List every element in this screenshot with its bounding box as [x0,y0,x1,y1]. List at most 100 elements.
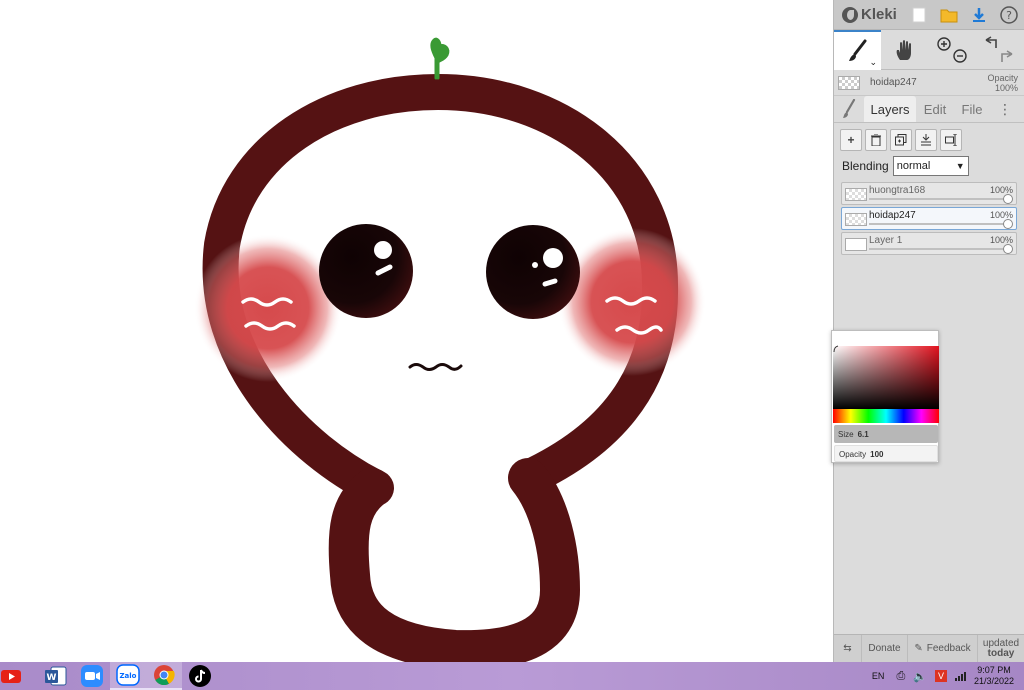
word-icon[interactable]: W [38,662,74,690]
undo-redo-icon [985,36,1012,62]
leaf [430,37,450,80]
left-eye [319,224,413,318]
clock-time: 9:07 PM [977,665,1011,675]
tiktok-icon[interactable] [182,662,218,690]
new-image-icon[interactable] [904,0,934,30]
swap-arrows-icon[interactable]: ⇆ [834,634,862,663]
layer-name: huongtra168 [869,185,926,196]
drawing-canvas[interactable] [0,0,833,662]
zalo-icon[interactable]: Zalo [110,662,146,690]
rename-layer-icon[interactable] [940,129,962,151]
language-indicator[interactable]: EN [872,671,885,681]
opacity-value: 100% [994,83,1018,93]
kleki-logo-icon [842,6,858,23]
current-layer-opacity: Opacity 100% [987,73,1018,93]
current-layer-thumbnail [838,75,860,90]
size-readout: Size 6.1 [838,430,869,439]
body-outline [328,458,580,662]
left-blush [194,234,342,382]
layer-list: huongtra168 100% hoidap247 100% Layer 1 … [834,176,1024,255]
tab-layers[interactable]: Layers [864,96,916,122]
volume-icon[interactable]: 🔈 [913,670,927,683]
hue-slider[interactable] [833,409,939,423]
network-signal-icon[interactable] [954,671,966,681]
size-slider[interactable]: Size 6.1 [834,425,938,443]
layer-item-hoidap247[interactable]: hoidap247 100% [841,207,1017,230]
hand-tool[interactable] [881,30,928,70]
delete-layer-icon[interactable] [865,129,887,151]
layer-opacity-knob[interactable] [1003,244,1013,254]
layer-opacity-slider[interactable] [869,248,1012,250]
updated-line: updated [982,637,1020,649]
open-folder-icon[interactable] [934,0,964,30]
merge-down-icon[interactable] [915,129,937,151]
layer-thumbnail [845,213,867,226]
size-label: Size [838,430,854,439]
layer-opacity-slider[interactable] [869,198,1012,200]
zoom-icon [936,37,967,63]
layer-opacity-knob[interactable] [1003,219,1013,229]
updated-today: today [987,647,1015,659]
saturation-value-field[interactable] [832,344,939,409]
help-glyph: ? [1006,9,1012,22]
right-eye [486,225,580,319]
svg-text:W: W [47,673,57,683]
brush-small-icon [843,99,856,118]
zoom-meetings-icon[interactable] [74,662,110,690]
add-layer-icon[interactable]: + [840,129,862,151]
help-icon[interactable]: ? [994,0,1024,30]
left-eye-highlight [374,241,392,259]
color-picker: Size 6.1 Opacity 100 [831,330,939,463]
brush-settings-tab[interactable] [834,96,864,122]
chrome-icon[interactable] [146,662,182,690]
opacity-label: Opacity [987,73,1018,83]
tab-file[interactable]: File [954,96,990,122]
layer-item-layer-1[interactable]: Layer 1 100% [841,232,1017,255]
layer-buttons: + [834,123,1024,151]
printer-icon[interactable]: ⎙ [896,670,905,683]
clock[interactable]: 9:07 PM 21/3/2022 [974,665,1014,687]
layer-opacity-slider[interactable] [869,223,1012,225]
right-eye-highlight [543,248,563,268]
layer-item-huongtra168[interactable]: huongtra168 100% [841,182,1017,205]
picker-cursor-icon[interactable] [832,344,842,354]
opacity-slider[interactable]: Opacity 100 [834,445,938,462]
blending-value: normal [896,160,931,172]
layer-opacity-knob[interactable] [1003,194,1013,204]
tool-row: ⌄ [834,30,1024,70]
brush-tool[interactable]: ⌄ [834,30,881,70]
updated-info: updated today [978,635,1024,663]
youtube-icon[interactable] [0,662,24,690]
download-icon[interactable] [964,0,994,30]
taskbar: W Zalo EN ⎙ 🔈 V 9:07 PM 21/3/2022 [0,662,1024,690]
layer-name: hoidap247 [869,210,916,221]
tab-bar: Layers Edit File ⋮ [834,96,1024,123]
layer-thumbnail [845,188,867,201]
bottom-bar: ⇆ Donate ✎ Feedback updated today [834,634,1024,663]
opacity-label: Opacity [839,450,867,459]
zalo-label: Zalo [119,672,136,680]
feedback-icon: ✎ [914,643,923,654]
opacity-value: 100 [870,450,884,459]
donate-link[interactable]: Donate [862,634,908,663]
app-title: Kleki [861,6,897,23]
antivirus-icon[interactable]: V [934,670,947,682]
zoom-tool[interactable] [928,30,975,70]
hand-icon [896,40,911,60]
clock-date: 21/3/2022 [973,676,1014,686]
blending-select[interactable]: normal ▼ [892,156,969,176]
drawing [194,37,706,662]
right-blush [558,228,706,376]
brush-icon [848,39,866,61]
undo-redo-tool[interactable] [975,30,1022,70]
mouth [408,363,463,371]
top-bar: Kleki ? [834,0,1024,30]
chevron-down-icon[interactable]: ⌄ [869,57,877,68]
blending-label: Blending [842,159,889,173]
tab-edit[interactable]: Edit [916,96,954,122]
chevron-down-icon: ▼ [955,161,965,171]
duplicate-layer-icon[interactable] [890,129,912,151]
more-menu-icon[interactable]: ⋮ [990,96,1020,122]
feedback-link[interactable]: ✎ Feedback [908,634,978,663]
layer-name: Layer 1 [869,235,903,246]
